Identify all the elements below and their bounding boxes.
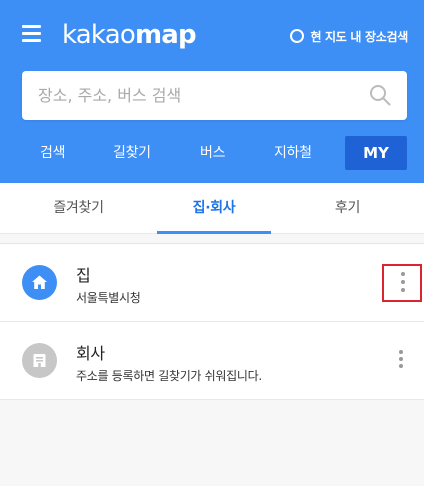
place-list: 집 서울특별시청 회사 주소를 등록하면 길찾기가 쉬워집니다. bbox=[0, 243, 424, 400]
list-item-home[interactable]: 집 서울특별시청 bbox=[0, 244, 424, 322]
map-area-search-label: 현 지도 내 장소검색 bbox=[310, 29, 408, 44]
more-options-icon[interactable] bbox=[382, 264, 422, 302]
list-item-office[interactable]: 회사 주소를 등록하면 길찾기가 쉬워집니다. bbox=[0, 322, 424, 400]
office-icon bbox=[22, 343, 57, 378]
main-nav: 검색 길찾기 버스 지하철 MY bbox=[0, 136, 424, 170]
nav-bus[interactable]: 버스 bbox=[200, 136, 225, 170]
active-tab-indicator bbox=[157, 231, 271, 234]
tab-favorites[interactable]: 즐겨찾기 bbox=[0, 183, 157, 233]
search-input[interactable] bbox=[38, 71, 368, 120]
more-options-icon[interactable] bbox=[382, 342, 422, 380]
map-area-search-toggle[interactable]: 현 지도 내 장소검색 bbox=[290, 27, 408, 45]
home-icon bbox=[22, 265, 57, 300]
search-icon[interactable] bbox=[369, 84, 391, 106]
place-title: 집 bbox=[76, 266, 91, 285]
nav-subway[interactable]: 지하철 bbox=[274, 136, 312, 170]
nav-search[interactable]: 검색 bbox=[40, 136, 65, 170]
kakaomap-logo: kakaomap bbox=[62, 20, 197, 50]
nav-my-button[interactable]: MY bbox=[345, 136, 407, 170]
header: kakaomap 현 지도 내 장소검색 검색 길찾기 버스 지하철 MY bbox=[0, 0, 424, 183]
nav-directions[interactable]: 길찾기 bbox=[113, 136, 151, 170]
search-box bbox=[22, 71, 407, 120]
place-title: 회사 bbox=[76, 344, 105, 363]
tab-reviews[interactable]: 후기 bbox=[271, 183, 424, 233]
place-address: 주소를 등록하면 길찾기가 쉬워집니다. bbox=[76, 369, 262, 383]
hamburger-menu-icon[interactable] bbox=[22, 25, 41, 42]
radio-circle-icon bbox=[290, 29, 305, 43]
tab-home-office[interactable]: 집·회사 bbox=[157, 183, 271, 233]
place-address: 서울특별시청 bbox=[76, 291, 141, 305]
tab-bar: 즐겨찾기 집·회사 후기 bbox=[0, 183, 424, 234]
